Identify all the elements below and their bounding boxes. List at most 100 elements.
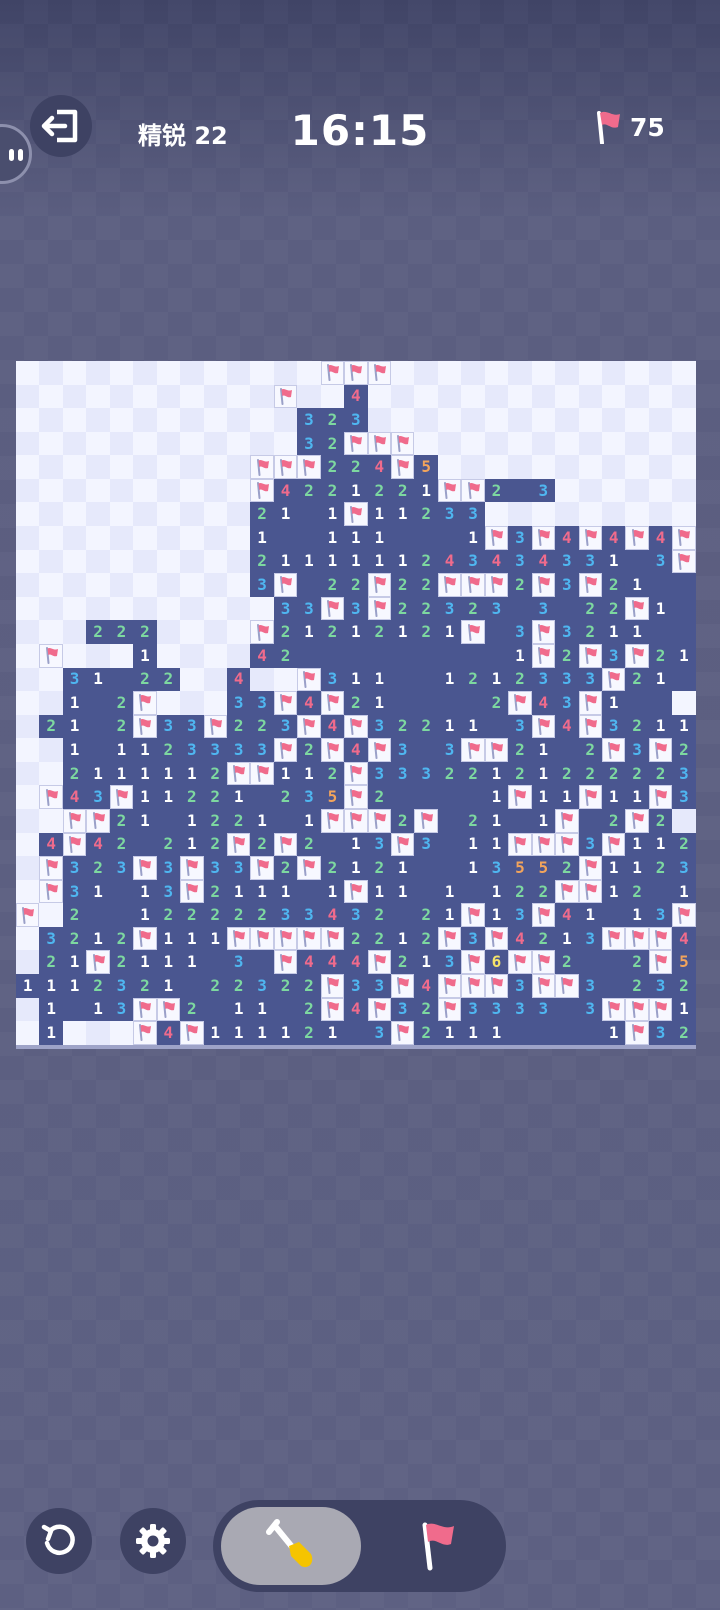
flagged-cell[interactable] [250,620,274,644]
revealed-empty-cell[interactable] [437,832,462,857]
covered-cell[interactable] [133,573,157,597]
number-cell[interactable]: 2 [203,832,227,857]
covered-cell[interactable] [16,667,40,692]
flagged-cell[interactable] [344,879,368,904]
number-cell[interactable]: 2 [109,691,134,715]
covered-cell[interactable] [133,502,157,527]
flagged-cell[interactable] [461,573,485,597]
number-cell[interactable]: 2 [203,879,227,904]
number-cell[interactable]: 2 [625,950,649,975]
number-cell[interactable]: 2 [320,573,345,597]
number-cell[interactable]: 1 [320,879,345,904]
number-cell[interactable]: 1 [601,785,626,809]
number-cell[interactable]: 1 [625,620,649,644]
covered-cell[interactable] [39,549,63,574]
number-cell[interactable]: 3 [109,974,134,998]
covered-cell[interactable] [133,526,157,550]
number-cell[interactable]: 4 [344,997,368,1022]
covered-cell[interactable] [16,856,40,880]
flagged-cell[interactable] [601,832,626,857]
covered-cell[interactable] [180,526,204,550]
number-cell[interactable]: 2 [672,832,696,857]
covered-cell[interactable] [156,431,181,456]
number-cell[interactable]: 2 [297,738,321,762]
number-cell[interactable]: 3 [648,549,673,574]
covered-cell[interactable] [16,643,40,668]
covered-cell[interactable] [531,408,556,432]
number-cell[interactable]: 2 [156,667,181,692]
flagged-cell[interactable] [391,1021,415,1045]
flagged-cell[interactable] [391,431,415,456]
revealed-empty-cell[interactable] [578,1021,602,1045]
flagged-cell[interactable] [367,808,391,833]
number-cell[interactable]: 1 [344,526,368,550]
flagged-cell[interactable] [344,431,368,456]
flagged-cell[interactable] [461,950,485,975]
number-cell[interactable]: 1 [461,526,485,550]
number-cell[interactable]: 1 [86,997,110,1022]
number-cell[interactable]: 2 [156,738,181,762]
revealed-empty-cell[interactable] [156,808,181,833]
flagged-cell[interactable] [297,926,321,951]
number-cell[interactable]: 2 [297,974,321,998]
covered-cell[interactable] [648,502,673,527]
number-cell[interactable]: 3 [391,761,415,786]
covered-cell[interactable] [226,361,251,385]
number-cell[interactable]: 2 [320,761,345,786]
number-cell[interactable]: 1 [508,643,532,668]
flagged-cell[interactable] [578,643,602,668]
revealed-empty-cell[interactable] [297,643,321,668]
number-cell[interactable]: 3 [578,997,602,1022]
number-cell[interactable]: 2 [297,997,321,1022]
revealed-empty-cell[interactable] [672,667,696,692]
flagged-cell[interactable] [344,785,368,809]
covered-cell[interactable] [86,384,110,409]
flagged-cell[interactable] [625,808,649,833]
revealed-empty-cell[interactable] [437,526,462,550]
number-cell[interactable]: 4 [531,549,556,574]
covered-cell[interactable] [203,526,227,550]
revealed-empty-cell[interactable] [391,691,415,715]
flagged-cell[interactable] [39,643,63,668]
flagged-cell[interactable] [484,526,509,550]
revealed-empty-cell[interactable] [391,667,415,692]
revealed-empty-cell[interactable] [625,549,649,574]
covered-cell[interactable] [133,478,157,503]
covered-cell[interactable] [203,596,227,621]
covered-cell[interactable] [625,384,649,409]
number-cell[interactable]: 4 [156,1021,181,1045]
covered-cell[interactable] [180,643,204,668]
number-cell[interactable]: 3 [62,856,87,880]
covered-cell[interactable] [156,620,181,644]
covered-cell[interactable] [203,643,227,668]
revealed-empty-cell[interactable] [648,573,673,597]
number-cell[interactable]: 3 [344,903,368,927]
covered-cell[interactable] [39,431,63,456]
number-cell[interactable]: 1 [437,903,462,927]
flagged-cell[interactable] [414,808,438,833]
covered-cell[interactable] [555,384,579,409]
number-cell[interactable]: 2 [180,903,204,927]
covered-cell[interactable] [133,361,157,385]
number-cell[interactable]: 3 [109,856,134,880]
number-cell[interactable]: 3 [484,596,509,621]
covered-cell[interactable] [156,549,181,574]
covered-cell[interactable] [203,667,227,692]
number-cell[interactable]: 2 [508,879,532,904]
number-cell[interactable]: 1 [437,714,462,739]
covered-cell[interactable] [226,502,251,527]
flagged-cell[interactable] [367,361,391,385]
flagged-cell[interactable] [250,856,274,880]
number-cell[interactable]: 2 [391,950,415,975]
number-cell[interactable]: 2 [320,620,345,644]
revealed-empty-cell[interactable] [320,832,345,857]
number-cell[interactable]: 3 [344,596,368,621]
number-cell[interactable]: 3 [508,714,532,739]
number-cell[interactable]: 1 [601,856,626,880]
number-cell[interactable]: 3 [437,502,462,527]
revealed-empty-cell[interactable] [297,573,321,597]
covered-cell[interactable] [109,549,134,574]
covered-cell[interactable] [62,431,87,456]
flagged-cell[interactable] [133,926,157,951]
covered-cell[interactable] [16,384,40,409]
